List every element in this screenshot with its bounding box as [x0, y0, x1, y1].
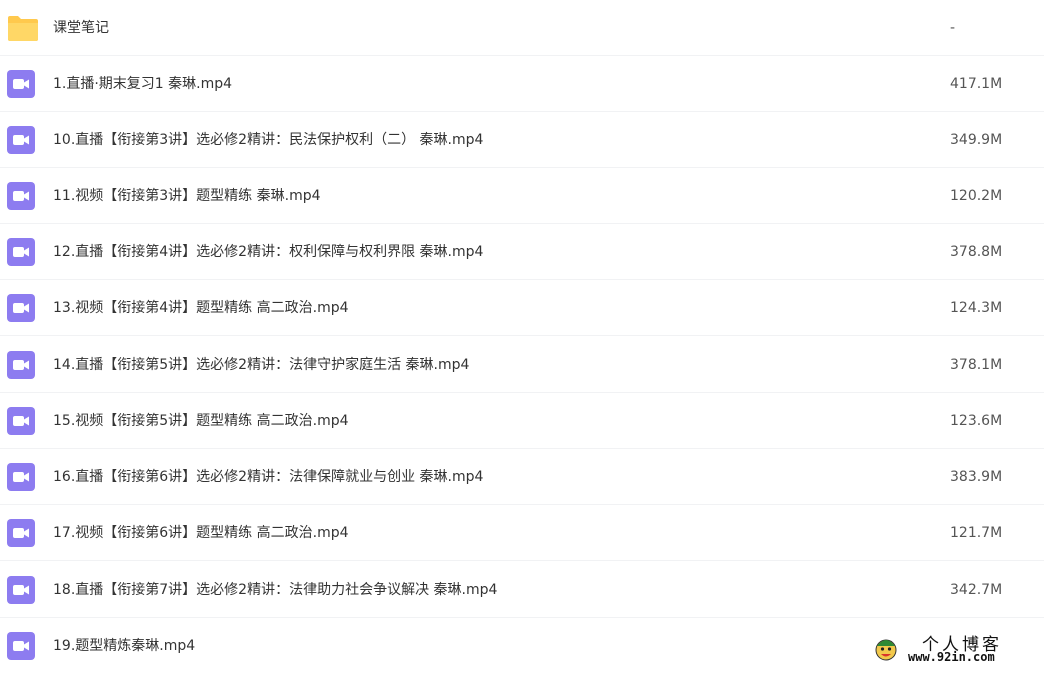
file-size: 120.2M [950, 188, 1003, 204]
file-name: 14.直播【衔接第5讲】选必修2精讲：法律守护家庭生活 秦琳.mp4 [53, 357, 470, 373]
watermark: 个人博客 www.92in.com [870, 630, 1040, 668]
video-file-icon [7, 238, 35, 266]
video-file-icon [7, 463, 35, 491]
file-row[interactable]: 10.直播【衔接第3讲】选必修2精讲：民法保护权利（二） 秦琳.mp4 349.… [0, 112, 1044, 168]
video-file-icon [7, 407, 35, 435]
file-size: 378.8M [950, 244, 1003, 260]
file-name: 15.视频【衔接第5讲】题型精练 高二政治.mp4 [53, 413, 349, 429]
file-size: 378.1M [950, 357, 1003, 373]
file-name: 16.直播【衔接第6讲】选必修2精讲：法律保障就业与创业 秦琳.mp4 [53, 469, 484, 485]
file-row[interactable]: 15.视频【衔接第5讲】题型精练 高二政治.mp4 123.6M [0, 393, 1044, 449]
file-row[interactable]: 1.直播·期末复习1 秦琳.mp4 417.1M [0, 56, 1044, 112]
mascot-icon [873, 636, 899, 662]
file-name: 1.直播·期末复习1 秦琳.mp4 [53, 76, 233, 92]
file-size: 123.6M [950, 413, 1003, 429]
file-name: 10.直播【衔接第3讲】选必修2精讲：民法保护权利（二） 秦琳.mp4 [53, 132, 484, 148]
file-size: 124.3M [950, 300, 1003, 316]
video-file-icon [7, 294, 35, 322]
folder-row[interactable]: 课堂笔记 - [0, 0, 1044, 56]
video-file-icon [7, 182, 35, 210]
file-name: 13.视频【衔接第4讲】题型精练 高二政治.mp4 [53, 300, 349, 316]
video-file-icon [7, 576, 35, 604]
file-row[interactable]: 13.视频【衔接第4讲】题型精练 高二政治.mp4 124.3M [0, 280, 1044, 336]
file-row[interactable]: 11.视频【衔接第3讲】题型精练 秦琳.mp4 120.2M [0, 168, 1044, 224]
file-row[interactable]: 14.直播【衔接第5讲】选必修2精讲：法律守护家庭生活 秦琳.mp4 378.1… [0, 337, 1044, 393]
file-row[interactable]: 17.视频【衔接第6讲】题型精练 高二政治.mp4 121.7M [0, 505, 1044, 561]
file-name: 19.题型精炼秦琳.mp4 [53, 638, 196, 654]
video-file-icon [7, 351, 35, 379]
folder-icon [7, 14, 38, 42]
file-size: - [950, 20, 956, 36]
file-name: 课堂笔记 [53, 20, 109, 36]
file-name: 18.直播【衔接第7讲】选必修2精讲：法律助力社会争议解决 秦琳.mp4 [53, 582, 498, 598]
file-size: 383.9M [950, 469, 1003, 485]
watermark-url: www.92in.com [908, 650, 995, 664]
file-size: 121.7M [950, 525, 1003, 541]
video-file-icon [7, 519, 35, 547]
video-file-icon [7, 632, 35, 660]
video-file-icon [7, 70, 35, 98]
file-name: 11.视频【衔接第3讲】题型精练 秦琳.mp4 [53, 188, 321, 204]
file-size: 349.9M [950, 132, 1003, 148]
file-name: 12.直播【衔接第4讲】选必修2精讲：权利保障与权利界限 秦琳.mp4 [53, 244, 484, 260]
file-size: 417.1M [950, 76, 1003, 92]
file-list: 课堂笔记 - 1.直播·期末复习1 秦琳.mp4 417.1M 10.直播【衔接… [0, 0, 1044, 671]
file-row[interactable]: 18.直播【衔接第7讲】选必修2精讲：法律助力社会争议解决 秦琳.mp4 342… [0, 562, 1044, 618]
file-row[interactable]: 12.直播【衔接第4讲】选必修2精讲：权利保障与权利界限 秦琳.mp4 378.… [0, 224, 1044, 280]
file-row[interactable]: 16.直播【衔接第6讲】选必修2精讲：法律保障就业与创业 秦琳.mp4 383.… [0, 449, 1044, 505]
file-name: 17.视频【衔接第6讲】题型精练 高二政治.mp4 [53, 525, 349, 541]
file-size: 342.7M [950, 582, 1003, 598]
video-file-icon [7, 126, 35, 154]
